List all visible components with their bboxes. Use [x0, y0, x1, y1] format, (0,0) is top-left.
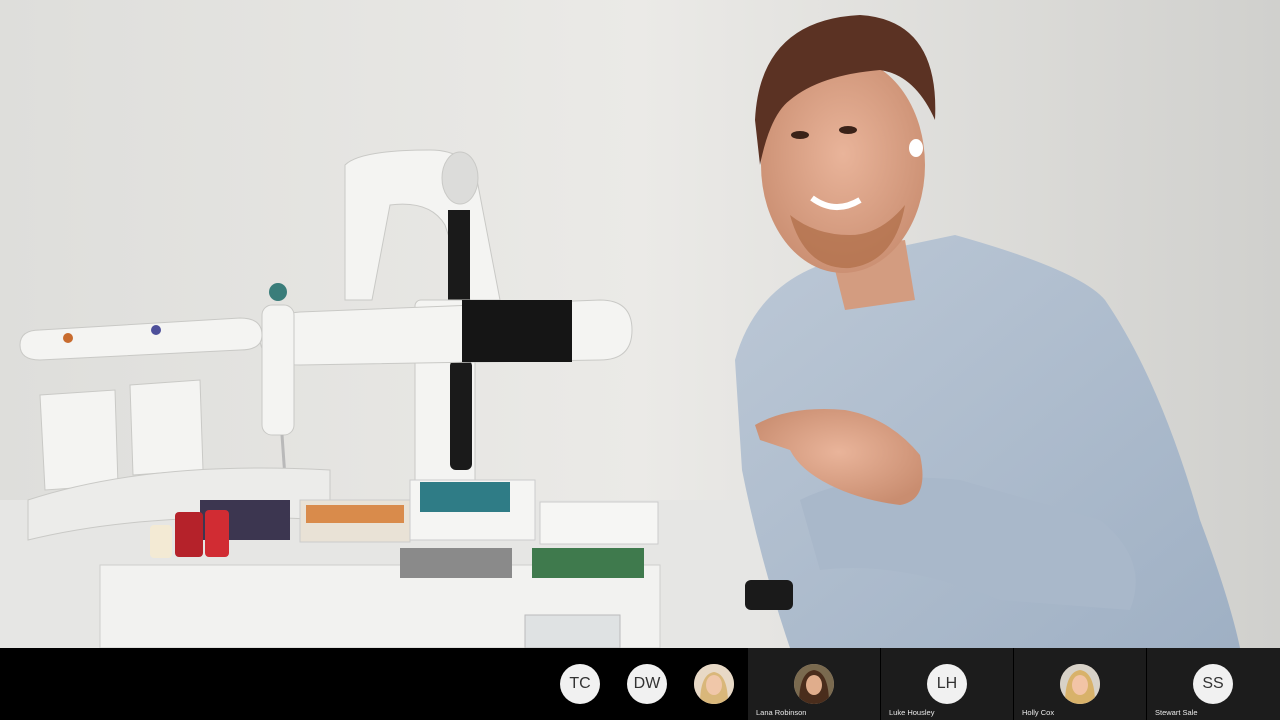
- profile-photo-icon: [1060, 664, 1100, 704]
- participant-avatar-photo[interactable]: [694, 664, 734, 704]
- participant-name: Stewart Sale: [1155, 708, 1198, 717]
- participant-initials: DW: [633, 675, 661, 692]
- participant-strip: TC DW Lana Robinson LH Luke Housley Holl…: [0, 648, 1280, 720]
- participant-name: Luke Housley: [889, 708, 935, 717]
- participant-initials: LH: [936, 675, 958, 692]
- profile-photo-icon: [694, 664, 734, 704]
- participant-photo: [1060, 664, 1100, 704]
- profile-photo-icon: [794, 664, 834, 704]
- video-frame-illustration: [0, 0, 1280, 648]
- participant-initials: SS: [1202, 675, 1224, 692]
- participant-name: Holly Cox: [1022, 708, 1055, 717]
- participant-avatar: LH: [927, 664, 967, 704]
- participant-name: Lana Robinson: [756, 708, 807, 717]
- participant-avatar-tc[interactable]: TC: [560, 664, 600, 704]
- participant-tile-holly[interactable]: Holly Cox: [1014, 648, 1146, 720]
- participant-avatar: SS: [1193, 664, 1233, 704]
- main-video-feed[interactable]: [0, 0, 1280, 648]
- participant-photo: [794, 664, 834, 704]
- participant-tile-stewart[interactable]: SS Stewart Sale: [1147, 648, 1280, 720]
- participant-tile-luke[interactable]: LH Luke Housley: [881, 648, 1013, 720]
- participant-initials: TC: [569, 675, 591, 692]
- participant-tile-lana[interactable]: Lana Robinson: [748, 648, 880, 720]
- participant-avatar-dw[interactable]: DW: [627, 664, 667, 704]
